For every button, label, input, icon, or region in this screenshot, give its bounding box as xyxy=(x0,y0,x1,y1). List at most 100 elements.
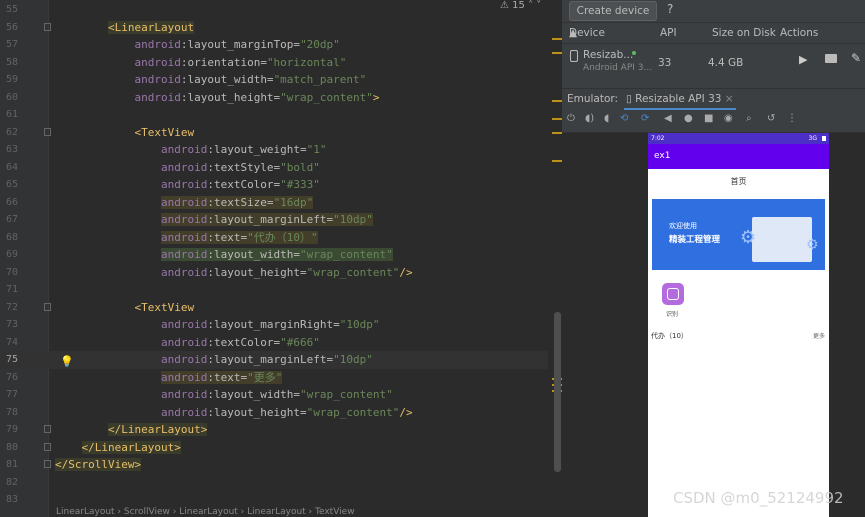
line-number[interactable]: 76 xyxy=(0,369,18,387)
help-icon[interactable]: ? xyxy=(667,2,673,16)
back-icon[interactable]: ◀ xyxy=(664,113,672,124)
line-number[interactable]: 70 xyxy=(0,264,18,282)
more-link[interactable]: 更多 xyxy=(813,331,825,340)
line-number[interactable]: 65 xyxy=(0,176,18,194)
lightbulb-icon[interactable]: 💡 xyxy=(60,353,74,368)
code-line[interactable]: 76 android:text="更多" xyxy=(0,369,562,387)
line-number[interactable]: 71 xyxy=(0,281,18,299)
line-number[interactable]: 66 xyxy=(0,194,18,212)
line-number[interactable]: 68 xyxy=(0,229,18,247)
breadcrumb[interactable]: LinearLayout › ScrollView › LinearLayout… xyxy=(0,507,562,517)
warning-mark[interactable] xyxy=(552,38,562,40)
code-line[interactable]: 67 android:layout_marginLeft="10dp" xyxy=(0,211,562,229)
play-icon[interactable]: ▶ xyxy=(799,53,807,66)
column-api[interactable]: API xyxy=(660,23,677,43)
code-line[interactable]: 81 </ScrollView> xyxy=(0,456,562,474)
line-number[interactable]: 63 xyxy=(0,141,18,159)
more-icon[interactable]: ⋮ xyxy=(787,113,797,124)
power-icon[interactable]: ⏻ xyxy=(567,113,575,124)
line-number[interactable]: 80 xyxy=(0,439,18,457)
line-number[interactable]: 60 xyxy=(0,89,18,107)
line-number[interactable]: 83 xyxy=(0,491,18,509)
line-number[interactable]: 59 xyxy=(0,71,18,89)
line-number[interactable]: 77 xyxy=(0,386,18,404)
code-line[interactable]: 70 android:layout_height="wrap_content"/… xyxy=(0,264,562,282)
create-device-button[interactable]: Create device xyxy=(569,1,657,21)
code-line[interactable]: 61 xyxy=(0,106,562,124)
line-number[interactable]: 57 xyxy=(0,36,18,54)
code-line[interactable]: 65 android:textColor="#333" xyxy=(0,176,562,194)
line-number[interactable]: 78 xyxy=(0,404,18,422)
overview-icon[interactable]: ■ xyxy=(704,113,713,124)
line-number[interactable]: 55 xyxy=(0,1,18,19)
code-editor[interactable]: 55 56 <LinearLayout 57 android:layout_marg… xyxy=(0,0,562,517)
code-line[interactable]: 56 <LinearLayout xyxy=(0,19,562,37)
code-line[interactable]: 57 android:layout_marginTop="20dp" xyxy=(0,36,562,54)
line-number[interactable]: 82 xyxy=(0,474,18,492)
code-line[interactable]: 75 android:layout_marginLeft="10dp" 💡 xyxy=(0,351,562,369)
code-line[interactable]: 59 android:layout_width="match_parent" xyxy=(0,71,562,89)
code-line[interactable]: 64 android:textStyle="bold" xyxy=(0,159,562,177)
banner-image[interactable]: 欢迎使用 精装工程管理 ⚙ ⚙ xyxy=(652,199,825,270)
code-line[interactable]: 58 android:orientation="horizontal" xyxy=(0,54,562,72)
code-line[interactable]: 55 xyxy=(0,1,562,19)
close-tab-icon[interactable]: × xyxy=(721,93,734,105)
fold-marker[interactable] xyxy=(44,460,51,468)
fold-marker[interactable] xyxy=(44,425,51,433)
code-line[interactable]: 62 <TextView xyxy=(0,124,562,142)
emulator-tab[interactable]: ▯ Resizable API 33 × xyxy=(624,89,736,110)
code-line[interactable]: 83 xyxy=(0,491,562,509)
line-number[interactable]: 74 xyxy=(0,334,18,352)
code-line[interactable]: 72 <TextView xyxy=(0,299,562,317)
editor-scrollbar-thumb[interactable] xyxy=(554,312,561,472)
line-number[interactable]: 67 xyxy=(0,211,18,229)
phone-screen[interactable]: 7:02 3G ex1 首页 欢迎使用 精装工程管理 ⚙ ⚙ 识别 代办（10）… xyxy=(648,133,829,517)
warning-mark[interactable] xyxy=(552,52,562,54)
folder-icon[interactable] xyxy=(825,54,837,63)
edit-icon[interactable]: ✎ xyxy=(851,51,861,65)
code-line[interactable]: 60 android:layout_height="wrap_content"> xyxy=(0,89,562,107)
line-number[interactable]: 81 xyxy=(0,456,18,474)
fold-marker[interactable] xyxy=(44,22,51,31)
code-line[interactable]: 68 android:text="代办（10）" xyxy=(0,229,562,247)
line-number[interactable]: 64 xyxy=(0,159,18,177)
code-line[interactable]: 63 android:layout_weight="1" xyxy=(0,141,562,159)
line-number[interactable]: 61 xyxy=(0,106,18,124)
code-line[interactable]: 71 xyxy=(0,281,562,299)
warning-mark[interactable] xyxy=(552,132,562,134)
code-line[interactable]: 69 android:layout_width="wrap_content" xyxy=(0,246,562,264)
code-line[interactable]: 82 xyxy=(0,474,562,492)
fold-marker[interactable] xyxy=(44,127,51,136)
code-line[interactable]: 80 </LinearLayout> xyxy=(0,439,562,457)
line-number[interactable]: 69 xyxy=(0,246,18,264)
home-icon[interactable]: ● xyxy=(684,113,693,124)
line-number[interactable]: 73 xyxy=(0,316,18,334)
line-number[interactable]: 79 xyxy=(0,421,18,439)
code-line[interactable]: 73 android:layout_marginRight="10dp" xyxy=(0,316,562,334)
problems-indicator[interactable]: ⚠ 15 ˄ ˅ xyxy=(500,0,541,14)
line-number[interactable]: 58 xyxy=(0,54,18,72)
column-size[interactable]: Size on Disk xyxy=(712,23,776,43)
warning-mark[interactable] xyxy=(552,118,562,120)
line-number[interactable]: 62 xyxy=(0,124,18,142)
volume-down-icon[interactable]: ◖ xyxy=(604,113,609,124)
fold-marker[interactable] xyxy=(44,302,51,311)
line-number[interactable]: 75 xyxy=(0,351,18,369)
column-actions[interactable]: Actions xyxy=(780,23,818,43)
app-icon[interactable] xyxy=(662,283,684,305)
code-line[interactable]: 74 android:textColor="#666" xyxy=(0,334,562,352)
code-line[interactable]: 79 </LinearLayout> xyxy=(0,421,562,439)
warning-mark[interactable] xyxy=(552,100,562,102)
fold-marker[interactable] xyxy=(44,442,51,451)
snapshot-icon[interactable]: ↺ xyxy=(767,113,775,124)
line-number[interactable]: 56 xyxy=(0,19,18,37)
code-line[interactable]: 66 android:textSize="16dp" xyxy=(0,194,562,212)
rotate-right-icon[interactable]: ⟳ xyxy=(641,113,649,124)
rotate-left-icon[interactable]: ⟲ xyxy=(620,113,628,124)
code-line[interactable]: 77 android:layout_width="wrap_content" xyxy=(0,386,562,404)
volume-up-icon[interactable]: ◖) xyxy=(585,113,594,124)
line-number[interactable]: 72 xyxy=(0,299,18,317)
warning-mark[interactable] xyxy=(552,160,562,162)
device-row[interactable]: Resizab... Android API 3... 33 4.4 GB ▶ … xyxy=(562,44,865,78)
code-line[interactable]: 78 android:layout_height="wrap_content"/… xyxy=(0,404,562,422)
